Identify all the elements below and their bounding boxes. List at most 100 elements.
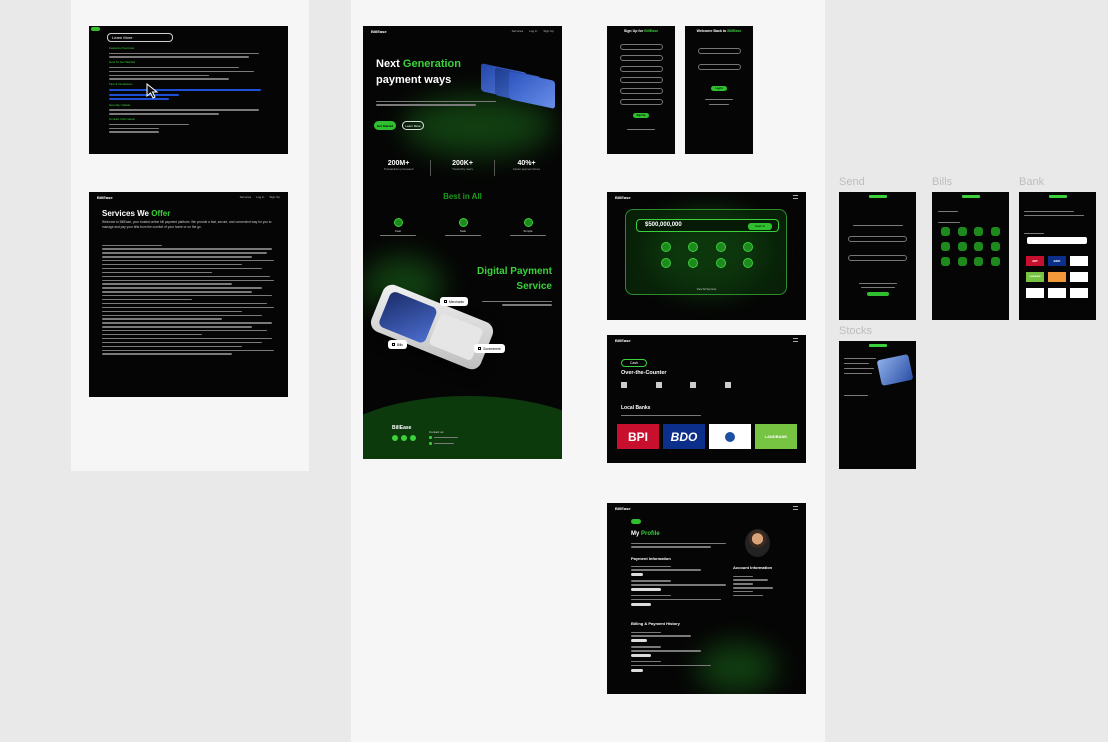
bdo-tile[interactable]: BDO — [663, 424, 705, 449]
service-icon[interactable] — [743, 258, 754, 268]
get-started-button[interactable]: Get Started — [374, 121, 396, 130]
bank-tile[interactable] — [1048, 288, 1066, 298]
service-icon[interactable] — [688, 258, 699, 268]
stat-label: Transactions processed — [383, 167, 414, 171]
service-icon[interactable] — [688, 242, 699, 252]
landbank-tile[interactable]: LANDBANK — [755, 424, 797, 449]
signup-field[interactable] — [620, 44, 663, 50]
password-field[interactable] — [698, 64, 741, 70]
biller-icon[interactable] — [974, 242, 984, 251]
nav-link[interactable]: Log in — [529, 29, 537, 33]
store-icon[interactable] — [621, 382, 627, 388]
service-icon[interactable] — [743, 242, 754, 252]
biller-icon[interactable] — [940, 257, 950, 266]
instagram-icon[interactable] — [410, 435, 416, 441]
biller-icon[interactable] — [974, 257, 984, 266]
feature-label: Simple — [523, 229, 533, 233]
service-icon[interactable] — [715, 258, 726, 268]
service-icon[interactable] — [715, 242, 726, 252]
welcome-title: Welcome Back to BillEase — [685, 29, 753, 33]
service-icon[interactable] — [660, 242, 671, 252]
signup-frame[interactable]: Sign Up for BillEase Sign Up — [607, 26, 675, 154]
service-icon[interactable] — [660, 258, 671, 268]
nav-link[interactable]: Services — [512, 29, 524, 33]
signup-field[interactable] — [620, 77, 663, 83]
biller-icon[interactable] — [957, 257, 967, 266]
view-all-link[interactable]: View All Services — [607, 288, 806, 291]
landing-frame[interactable]: BillEase Services Log in Sign Up Next Ge… — [363, 26, 562, 459]
send-field[interactable] — [848, 236, 907, 242]
login-button[interactable]: Log In — [711, 86, 727, 91]
menu-icon[interactable] — [793, 195, 798, 199]
bills-label: Bills — [932, 176, 953, 188]
signup-title: Sign Up for BillEase — [607, 29, 675, 33]
signup-field[interactable] — [620, 88, 663, 94]
dashboard-frame[interactable]: BillEase $500,000,000 Cash In View All S… — [607, 192, 806, 320]
signup-field[interactable] — [620, 55, 663, 61]
gov-bank-tile[interactable] — [709, 424, 751, 449]
bank-tile[interactable] — [1026, 288, 1044, 298]
send-frame[interactable] — [839, 192, 916, 320]
bank-tile[interactable]: LANDBANK — [1026, 272, 1044, 282]
bank-tile[interactable]: BPI — [1026, 256, 1044, 266]
services-heading-accent: Offer — [151, 209, 171, 218]
hero-line2: payment ways — [376, 74, 452, 86]
bank-tile[interactable] — [1070, 256, 1088, 266]
hero-heading: Next Generation payment ways — [376, 56, 461, 88]
signup-field[interactable] — [620, 66, 663, 72]
bank-tile[interactable] — [1070, 272, 1088, 282]
store-icon[interactable] — [690, 382, 697, 388]
biller-icon[interactable] — [991, 227, 1001, 236]
hero-line1-accent: Generation — [402, 58, 461, 70]
otc-frame[interactable]: BillEase Cash Over-the-Counter Local Ban… — [607, 335, 806, 463]
bank-frame[interactable]: BPI BDO LANDBANK — [1019, 192, 1096, 320]
menu-icon[interactable] — [793, 338, 798, 342]
biller-icon[interactable] — [957, 227, 967, 236]
services-frame[interactable]: BillEase Services Log in Sign Up Service… — [89, 192, 288, 397]
nav-link[interactable]: Sign Up — [269, 195, 280, 199]
learn-section-heading: Tips & Guidelines — [109, 82, 133, 87]
twitter-icon[interactable] — [401, 435, 407, 441]
stat-value: 200M+ — [387, 160, 410, 167]
send-field[interactable] — [848, 255, 907, 261]
biller-icon[interactable] — [940, 227, 950, 236]
store-icon[interactable] — [655, 382, 662, 388]
learn-more-button[interactable]: Learn More — [402, 121, 424, 130]
bank-tile[interactable] — [1048, 272, 1066, 282]
signup-field[interactable] — [620, 99, 663, 105]
biller-icon[interactable] — [940, 242, 950, 251]
biller-icon[interactable] — [974, 227, 984, 236]
bank-tile[interactable]: BDO — [1048, 256, 1066, 266]
biller-icon[interactable] — [991, 242, 1001, 251]
welcome-frame[interactable]: Welcome Back to BillEase Log In — [685, 26, 753, 154]
bank-tile[interactable] — [1070, 288, 1088, 298]
facebook-icon[interactable] — [392, 435, 398, 441]
bills-frame[interactable] — [932, 192, 1009, 320]
nav-link[interactable]: Services — [240, 195, 252, 199]
bills-chip: Bills — [388, 340, 407, 349]
learn-title: Learn More — [112, 35, 133, 40]
landbank-label: LANDBANK — [764, 434, 788, 439]
send-button[interactable] — [867, 292, 889, 296]
email-field[interactable] — [698, 48, 741, 54]
stocks-frame[interactable] — [839, 341, 916, 469]
learn-more-frame[interactable]: Learn More Features Overview How To Get … — [89, 26, 288, 154]
biller-icon[interactable] — [957, 242, 967, 251]
nav-link[interactable]: Sign Up — [543, 29, 554, 33]
feature-label: Fast — [395, 229, 401, 233]
signup-button[interactable]: Sign Up — [633, 113, 649, 118]
bpi-tile[interactable]: BPI — [617, 424, 659, 449]
biller-icon[interactable] — [991, 257, 1001, 266]
welcome-title-accent: BillEase — [727, 29, 742, 33]
menu-icon[interactable] — [793, 506, 798, 510]
stat-item: 200M+ Transactions processed — [371, 160, 426, 178]
profile-frame[interactable]: BillEase My Profile Payment Information … — [607, 503, 806, 694]
store-icon[interactable] — [724, 382, 731, 388]
nav-link[interactable]: Log in — [256, 195, 264, 199]
best-heading: Best in All — [443, 192, 482, 201]
government-chip-label: Government — [483, 346, 501, 351]
learn-logo-chip — [91, 27, 100, 31]
back-chip[interactable] — [631, 519, 641, 524]
bank-search-input[interactable] — [1027, 237, 1087, 244]
cash-in-button[interactable]: Cash In — [748, 222, 772, 230]
